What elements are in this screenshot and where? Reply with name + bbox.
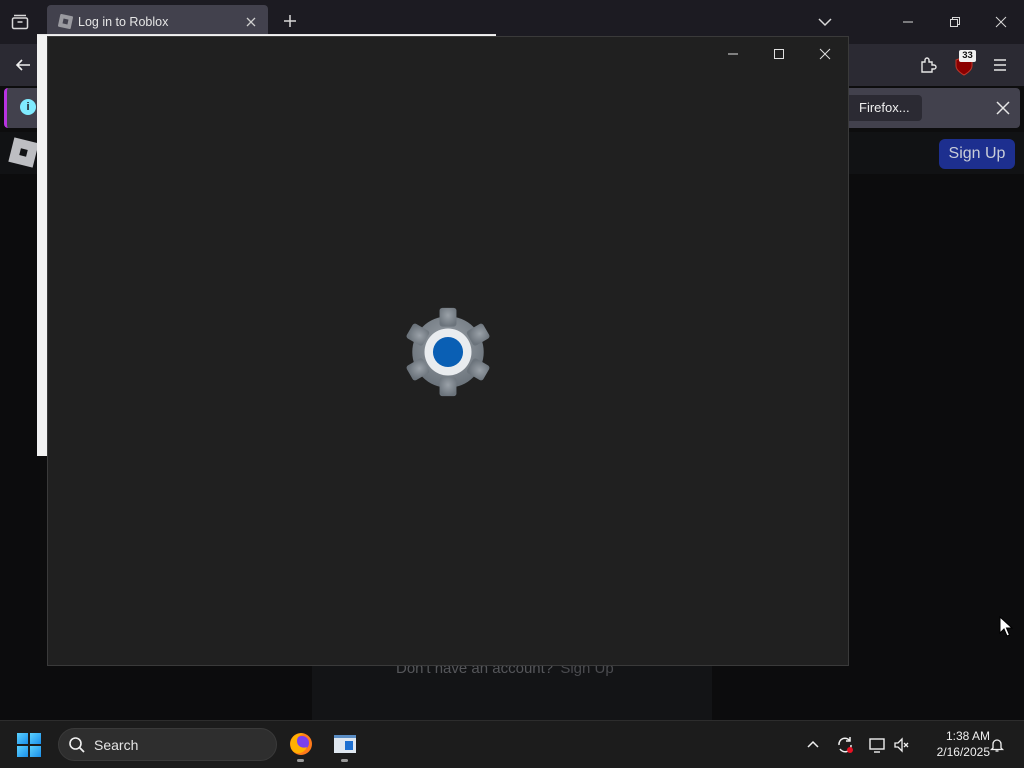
firefox-close-button[interactable] [986,8,1016,36]
close-icon [996,101,1010,115]
taskbar-firefox[interactable] [284,727,318,762]
show-hidden-icons-button[interactable] [802,734,824,756]
maximize-icon [774,49,784,59]
taskbar-search-box[interactable]: Search [58,728,277,761]
app-menu-button[interactable] [988,53,1012,77]
search-icon [69,737,85,753]
firefox-icon [290,733,312,755]
search-label: Search [94,737,139,753]
clock-date: 2/16/2025 [936,745,990,759]
tab-title: Log in to Roblox [78,15,169,29]
header-signup-button[interactable]: Sign Up [939,139,1015,169]
tray-network-button[interactable] [866,734,888,756]
roblox-logo-icon[interactable] [8,137,39,168]
plus-icon [284,15,296,27]
running-indicator [297,759,304,762]
sync-icon [838,737,853,753]
firefox-minimize-button[interactable] [893,8,923,36]
arrow-left-icon [15,59,30,71]
ublock-blocked-count-badge: 33 [959,50,976,62]
windows-taskbar: Search 1:38 AM 2/16/2025 [0,720,1024,768]
bell-icon [989,739,1005,752]
minimize-icon [728,53,738,55]
extensions-button[interactable] [916,53,940,77]
loading-app-window [47,36,849,666]
settings-gear-icon [406,307,490,397]
start-button[interactable] [17,733,41,757]
running-indicator [341,759,348,762]
close-icon [995,16,1007,28]
notification-center-button[interactable] [987,735,1007,755]
app-window-icon [334,735,356,753]
back-button[interactable] [10,52,36,78]
tray-sync-icon-button[interactable] [834,734,856,756]
chevron-down-icon [818,18,832,27]
notification-close-button[interactable] [991,96,1015,120]
network-icon [869,738,885,753]
new-tab-button[interactable] [279,10,301,34]
app-maximize-button[interactable] [764,41,794,67]
close-icon [246,17,256,27]
hamburger-menu-icon [994,59,1006,71]
volume-muted-icon [894,737,909,753]
minimize-icon [903,21,913,23]
tab-close-button[interactable] [242,13,260,31]
taskbar-app-window[interactable] [328,727,362,762]
mouse-cursor-icon [999,616,1013,637]
windows-logo-icon [17,733,28,744]
clock-time: 1:38 AM [945,729,990,743]
tab-list-button[interactable] [8,10,32,34]
app-close-button[interactable] [810,41,840,67]
tray-volume-button[interactable] [891,734,913,756]
info-icon: i [20,99,36,115]
app-minimize-button[interactable] [718,41,748,67]
close-icon [819,48,831,60]
notification-action-button[interactable]: Firefox... [845,95,922,121]
firefox-restore-button[interactable] [940,8,970,36]
puzzle-icon [921,57,937,73]
restore-icon [950,17,960,27]
list-all-tabs-button[interactable] [814,11,836,33]
tab-list-icon [11,14,29,30]
roblox-favicon-icon [57,13,74,30]
chevron-up-icon [807,740,819,748]
taskbar-clock[interactable]: 1:38 AM 2/16/2025 [918,728,990,760]
